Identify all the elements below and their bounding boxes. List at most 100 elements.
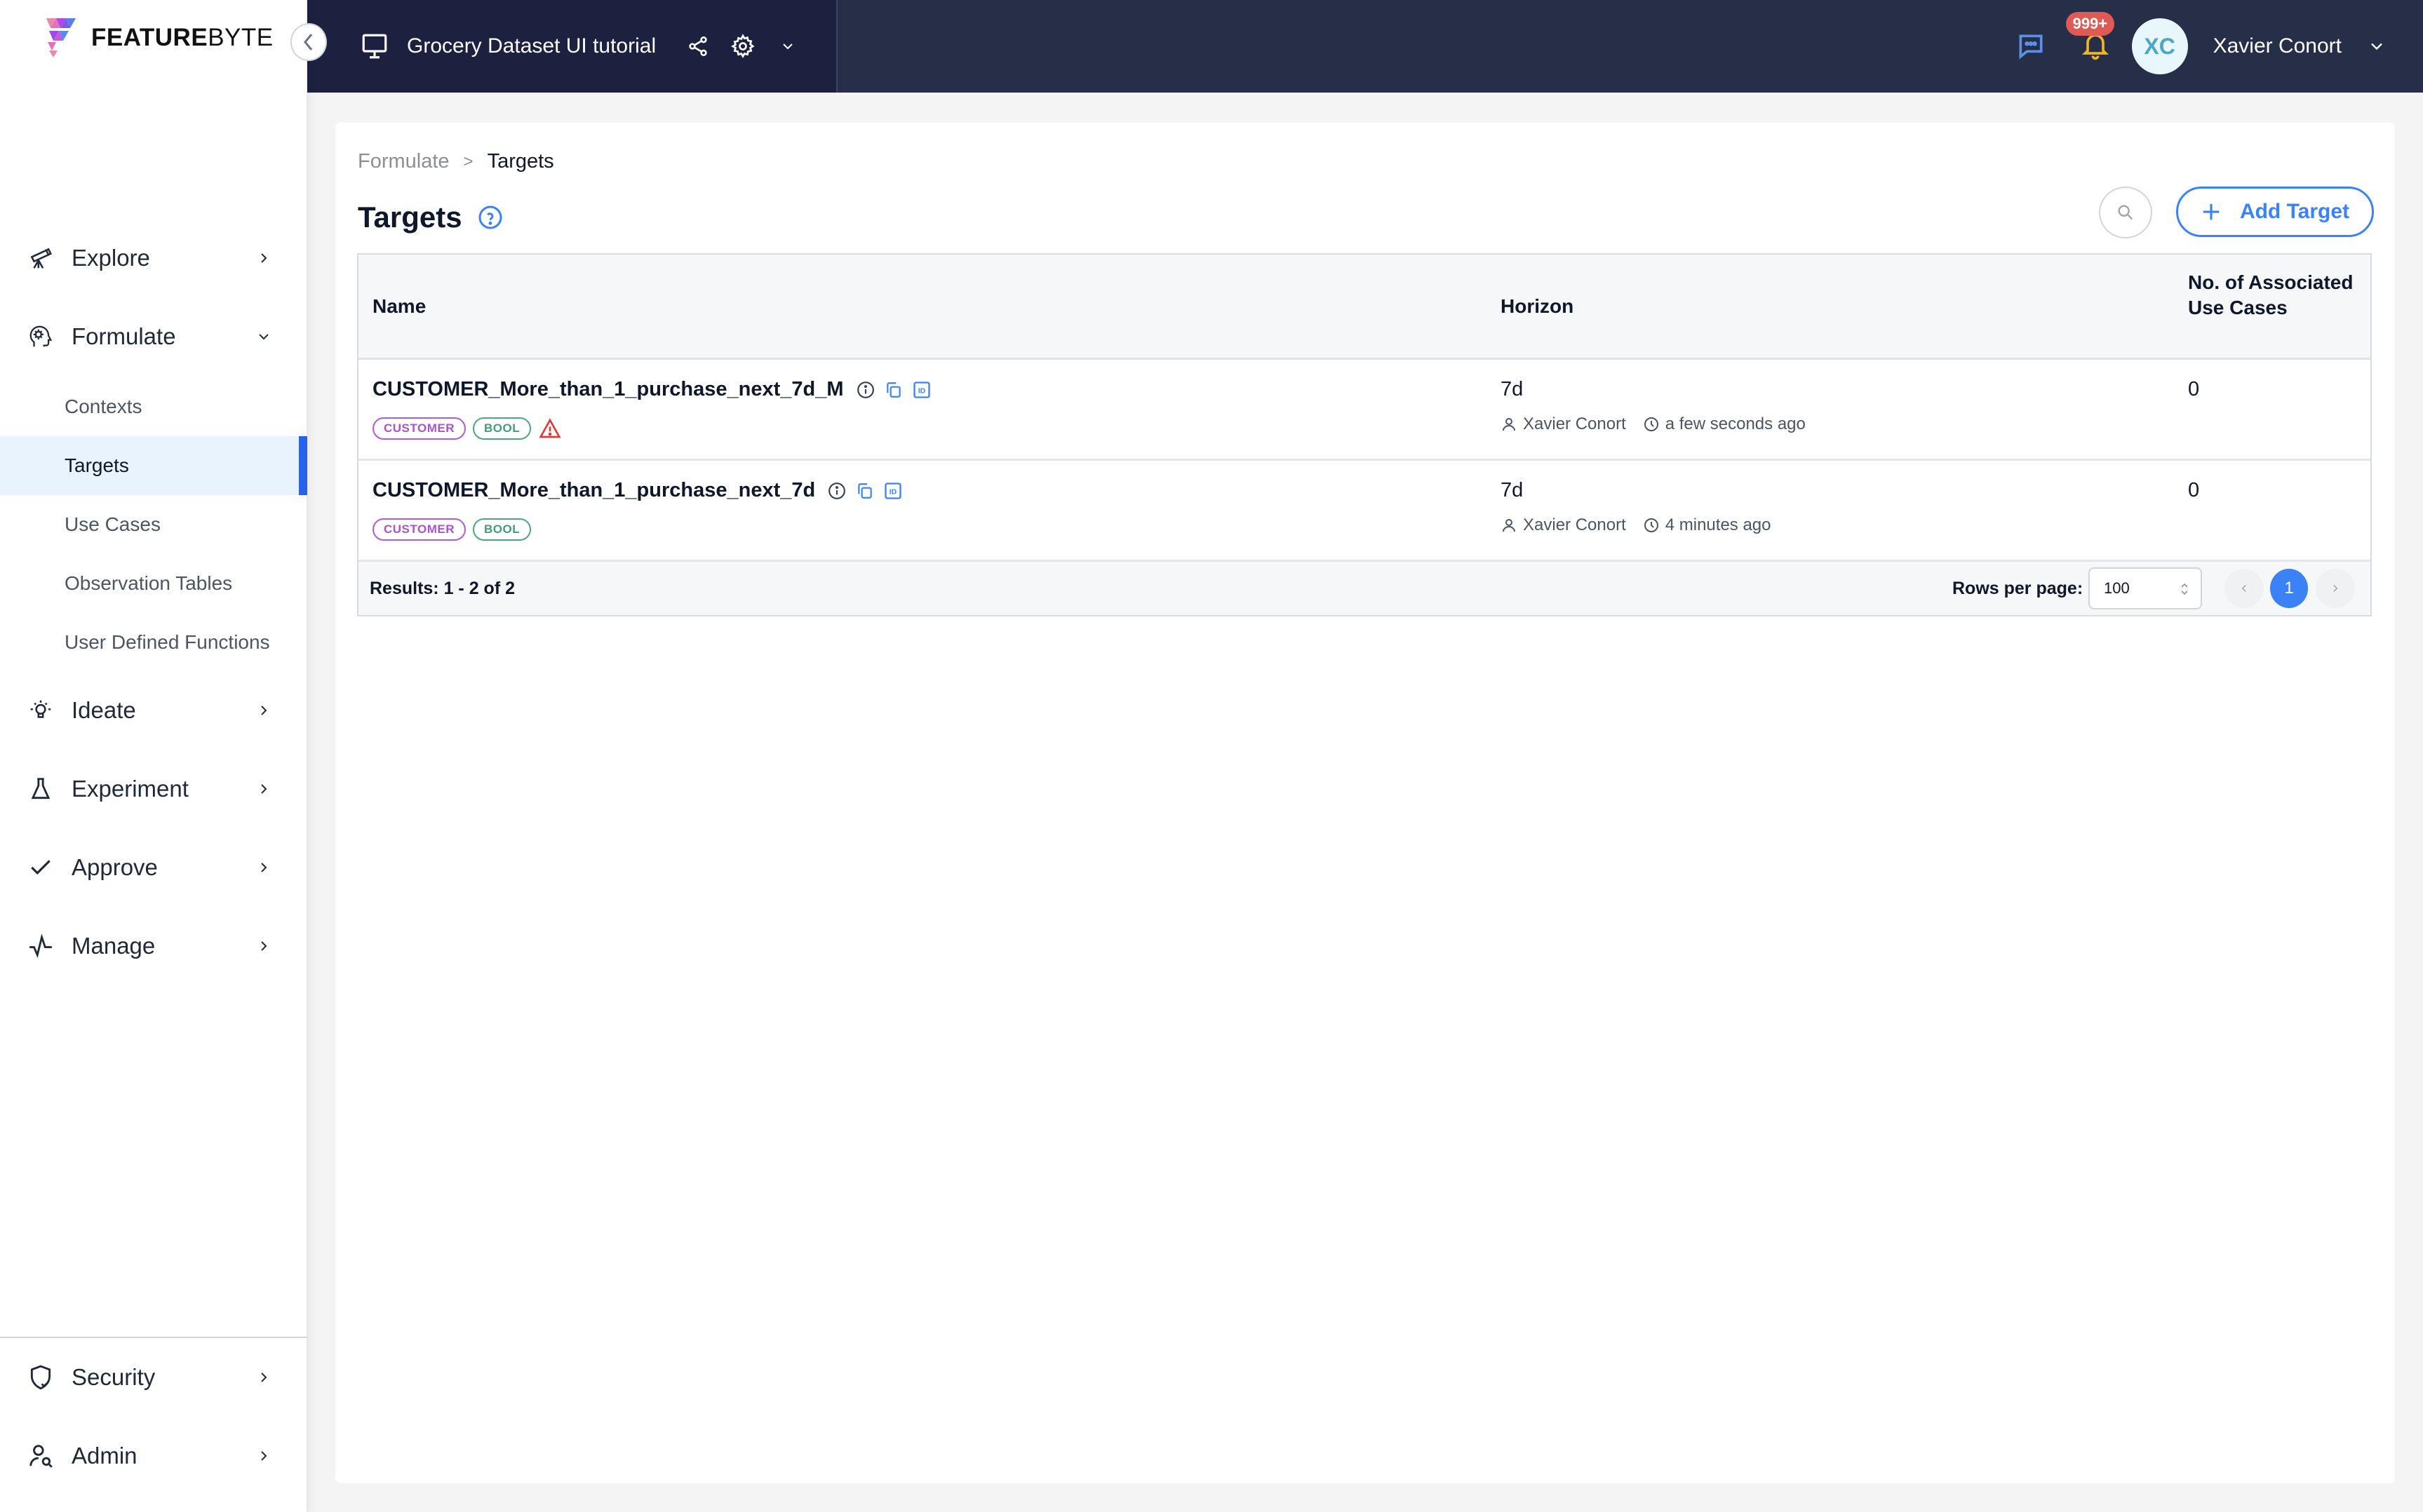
page-title: Targets <box>358 201 503 234</box>
id-icon[interactable]: ID <box>911 379 932 400</box>
project-title[interactable]: Grocery Dataset UI tutorial <box>407 34 656 58</box>
sidebar-item-user-defined-functions[interactable]: User Defined Functions <box>0 613 307 672</box>
next-page-button[interactable] <box>2316 569 2355 608</box>
user-search-icon <box>27 1442 55 1470</box>
chevron-left-icon <box>304 34 313 50</box>
use-case-count: 0 <box>2188 378 2200 400</box>
chevron-right-icon <box>261 1451 267 1461</box>
entity-tag: CUSTOMER <box>372 417 466 440</box>
sidebar-divider <box>0 1337 307 1338</box>
collapse-sidebar-button[interactable] <box>290 23 327 61</box>
project-selector: Grocery Dataset UI tutorial <box>307 0 838 93</box>
breadcrumb-current: Targets <box>487 150 554 173</box>
chevron-right-icon <box>261 706 267 715</box>
flask-icon <box>27 775 55 803</box>
timestamp: a few seconds ago <box>1665 414 1806 433</box>
warning-icon[interactable] <box>538 417 562 440</box>
user-icon <box>1503 519 1515 532</box>
copy-icon[interactable] <box>854 480 875 501</box>
check-icon <box>27 853 55 882</box>
user-name[interactable]: Xavier Conort <box>2213 34 2342 58</box>
sidebar-item-experiment[interactable]: Experiment <box>0 761 307 817</box>
targets-table: Name Horizon No. of Associated Use Cases… <box>357 253 2372 616</box>
horizon-value: 7d <box>1501 479 1524 501</box>
sidebar-item-contexts[interactable]: Contexts <box>0 377 307 436</box>
add-target-button[interactable]: Add Target <box>2176 187 2374 237</box>
sidebar-item-observation-tables[interactable]: Observation Tables <box>0 554 307 613</box>
sidebar-item-manage[interactable]: Manage <box>0 918 307 974</box>
chevron-right-icon <box>261 784 267 794</box>
timestamp: 4 minutes ago <box>1665 515 1771 534</box>
chevron-right-icon <box>2333 584 2338 593</box>
chevron-down-icon[interactable] <box>2367 36 2387 56</box>
previous-page-button[interactable] <box>2224 569 2264 608</box>
results-count: Results: 1 - 2 of 2 <box>370 579 515 598</box>
dtype-tag: BOOL <box>472 417 532 440</box>
svg-text:ID: ID <box>890 487 897 496</box>
rows-per-page-select[interactable]: 100 <box>2088 567 2202 609</box>
sidebar: FEATUREBYTE Explore Formulate Contexts T… <box>0 0 307 1512</box>
top-bar: Grocery Dataset UI tutorial 999+ XC Xavi… <box>307 0 2423 93</box>
help-icon[interactable] <box>478 205 503 230</box>
chevron-right-icon <box>261 1372 267 1382</box>
sidebar-item-use-cases[interactable]: Use Cases <box>0 495 307 554</box>
pulse-icon <box>27 932 55 960</box>
featurebyte-logo[interactable]: FEATUREBYTE <box>43 18 274 58</box>
chat-icon[interactable] <box>2015 31 2046 62</box>
table-row[interactable]: CUSTOMER_More_than_1_purchase_next_7d_M … <box>358 360 2370 461</box>
id-icon[interactable]: ID <box>882 480 904 501</box>
chevron-right-icon <box>261 863 267 872</box>
logo-mark-icon <box>46 18 76 58</box>
project-menu-button[interactable] <box>775 34 800 59</box>
dtype-tag: BOOL <box>472 518 532 541</box>
column-header-name[interactable]: Name <box>372 295 426 318</box>
settings-button[interactable] <box>730 34 756 59</box>
monitor-icon <box>362 34 387 59</box>
info-icon[interactable] <box>855 379 876 400</box>
clock-icon <box>1644 417 1658 431</box>
main-card: Formulate > Targets Targets Add Target N… <box>335 122 2395 1483</box>
rows-per-page-label: Rows per page: <box>1952 579 2083 598</box>
table-row[interactable]: CUSTOMER_More_than_1_purchase_next_7d ID… <box>358 461 2370 562</box>
notifications-button[interactable]: 999+ <box>2065 12 2115 64</box>
breadcrumb-formulate[interactable]: Formulate <box>358 150 450 173</box>
svg-text:ID: ID <box>918 386 925 395</box>
table-footer: Results: 1 - 2 of 2 Rows per page: 100 1 <box>358 562 2370 615</box>
share-button[interactable] <box>685 34 711 59</box>
row-meta: Xavier Conort 4 minutes ago <box>1501 515 1771 535</box>
search-icon <box>2118 205 2133 220</box>
notification-badge: 999+ <box>2065 12 2115 36</box>
info-icon[interactable] <box>826 480 847 501</box>
breadcrumb: Formulate > Targets <box>358 150 554 173</box>
column-header-use-cases[interactable]: No. of Associated Use Cases <box>2188 270 2356 320</box>
gear-icon <box>731 34 755 58</box>
telescope-icon <box>27 244 55 272</box>
sidebar-item-explore[interactable]: Explore <box>0 230 307 286</box>
sidebar-item-ideate[interactable]: Ideate <box>0 682 307 738</box>
updown-icon <box>2181 583 2188 595</box>
share-icon <box>689 36 707 56</box>
sidebar-item-security[interactable]: Security <box>0 1349 307 1405</box>
search-button[interactable] <box>2099 187 2152 238</box>
target-name[interactable]: CUSTOMER_More_than_1_purchase_next_7d_M <box>372 378 844 401</box>
page-button-current[interactable]: 1 <box>2270 569 2308 608</box>
sidebar-item-formulate[interactable]: Formulate <box>0 309 307 365</box>
entity-tag: CUSTOMER <box>372 518 466 541</box>
sidebar-item-targets[interactable]: Targets <box>0 436 307 495</box>
copy-icon[interactable] <box>883 379 904 400</box>
shield-check-icon <box>27 1363 55 1391</box>
breadcrumb-separator: > <box>463 151 474 171</box>
sidebar-item-approve[interactable]: Approve <box>0 839 307 896</box>
user-icon <box>1503 418 1515 431</box>
chevron-right-icon <box>261 941 267 951</box>
target-name[interactable]: CUSTOMER_More_than_1_purchase_next_7d <box>372 479 815 502</box>
row-meta: Xavier Conort a few seconds ago <box>1501 414 1806 434</box>
lightbulb-icon <box>27 696 55 724</box>
avatar[interactable]: XC <box>2131 18 2188 74</box>
logo-text: FEATUREBYTE <box>91 24 274 51</box>
sidebar-item-admin[interactable]: Admin <box>0 1428 307 1484</box>
name-cell: CUSTOMER_More_than_1_purchase_next_7d ID <box>372 479 911 502</box>
name-cell: CUSTOMER_More_than_1_purchase_next_7d_M … <box>372 378 939 401</box>
column-header-horizon[interactable]: Horizon <box>1501 295 1573 318</box>
horizon-value: 7d <box>1501 378 1524 400</box>
